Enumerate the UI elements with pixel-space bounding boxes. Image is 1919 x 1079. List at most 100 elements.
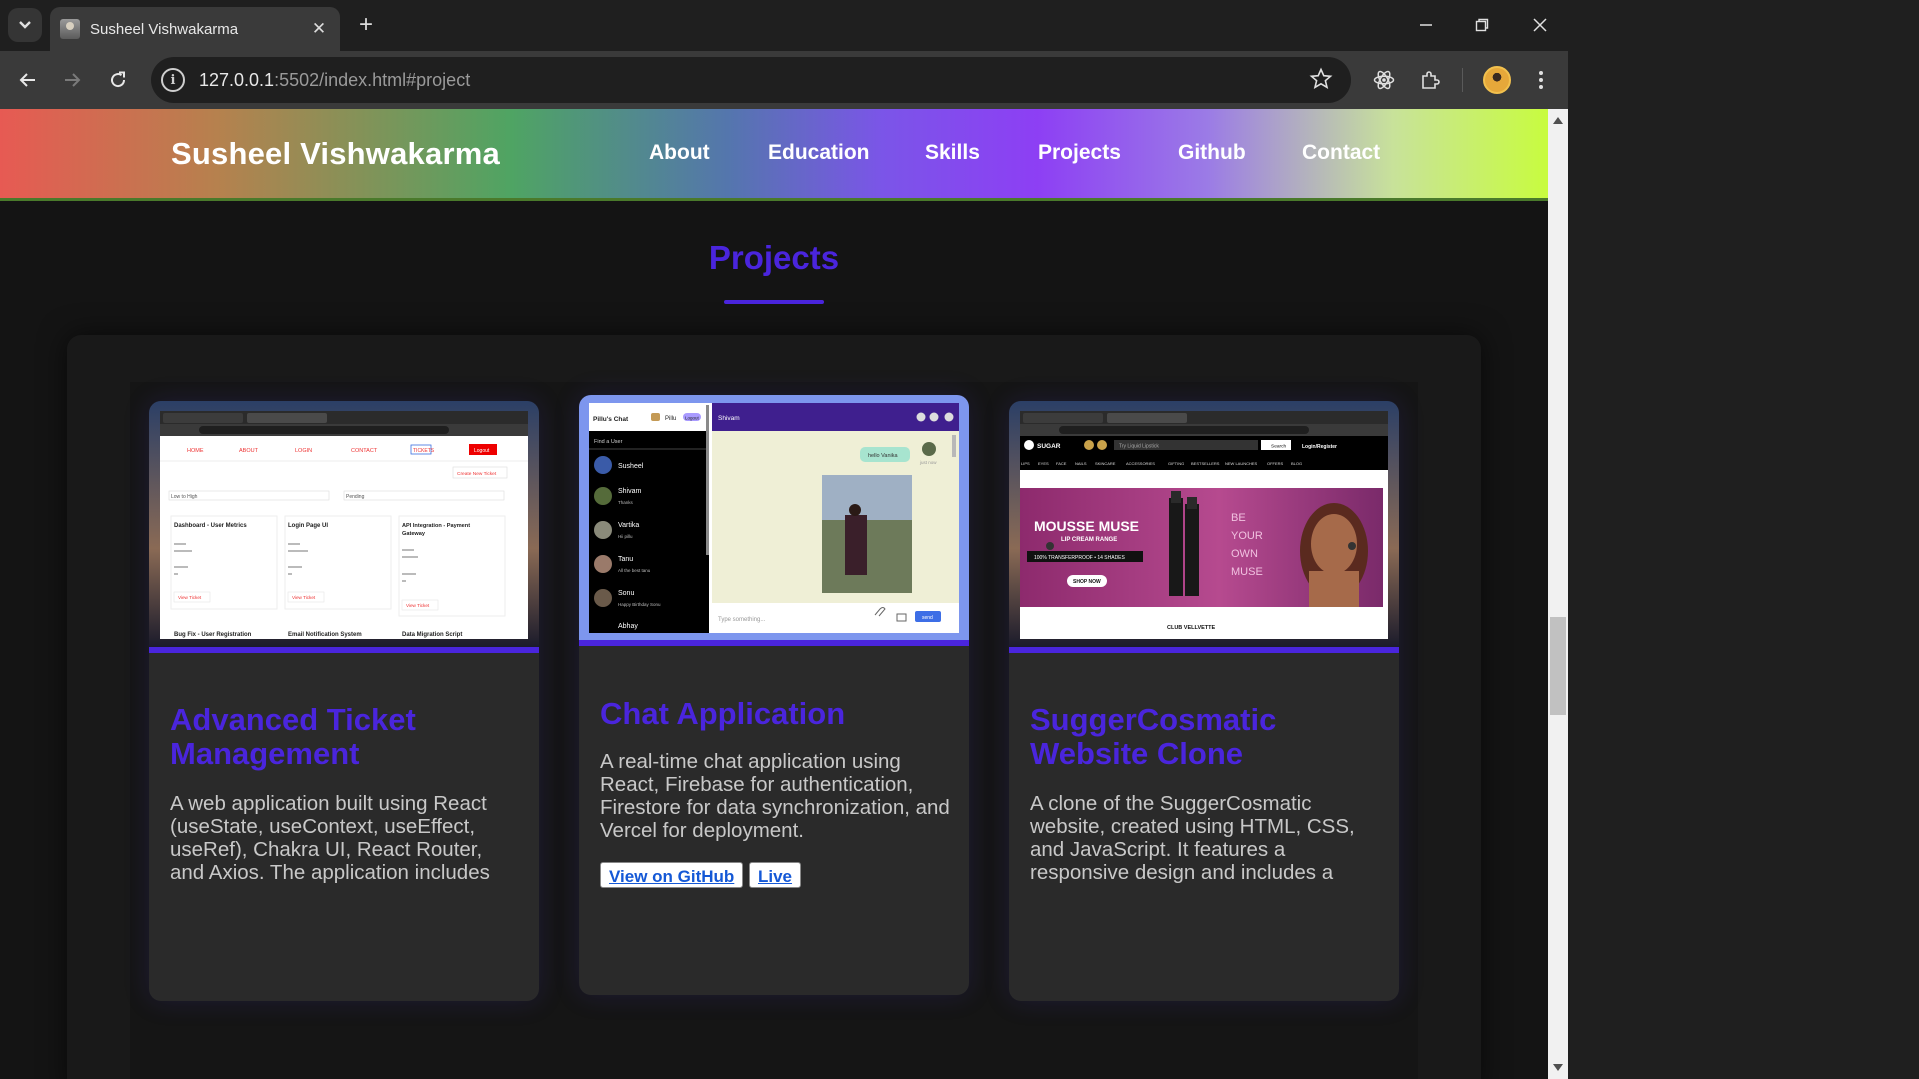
restore-button[interactable]: [1462, 8, 1502, 42]
ss-contact-2-msg: Thanks: [618, 500, 634, 505]
ss-sugar-search: Try Liquid Lipstick: [1119, 444, 1159, 450]
react-devtools-extension[interactable]: [1368, 64, 1400, 96]
ss-chat-input: Type something...: [718, 617, 766, 623]
card-accent-bar: [149, 647, 539, 653]
url-host: 127.0.0.1: [199, 69, 275, 90]
sugar-site-screenshot: SUGAR Try Liquid Lipstick Search Login/R…: [1009, 401, 1399, 647]
close-window-button[interactable]: [1520, 8, 1560, 42]
scrollbar-thumb[interactable]: [1550, 617, 1566, 715]
favicon-icon: [60, 19, 80, 39]
reload-button[interactable]: [102, 64, 134, 96]
ss-view-ticket-2: View Ticket: [292, 595, 316, 600]
back-button[interactable]: [12, 64, 44, 96]
address-bar[interactable]: i 127.0.0.1:5502/index.html#project: [151, 57, 1351, 103]
ss-contact-4: Tanu: [618, 556, 633, 563]
ss-chat-with: Shivam: [718, 415, 740, 422]
project-card-chat: Pillu's Chat Pillu Logout Find a User Su…: [579, 395, 969, 995]
ss-cat-offers: OFFERS: [1267, 461, 1284, 466]
nav-about[interactable]: About: [649, 141, 710, 165]
ss-sugar-search-btn: Search: [1271, 444, 1287, 450]
ss-find-user: Find a User: [594, 439, 623, 445]
nav-skills[interactable]: Skills: [925, 141, 980, 165]
live-demo-button[interactable]: Live: [749, 862, 802, 888]
svg-text:API Integration - Payment: API Integration - Payment: [402, 523, 470, 529]
ss-nav-login: LOGIN: [295, 448, 312, 454]
url-text[interactable]: 127.0.0.1:5502/index.html#project: [199, 70, 470, 91]
ss-cat-blog: BLOG: [1291, 461, 1302, 466]
close-tab-icon[interactable]: ✕: [308, 19, 330, 39]
new-tab-button[interactable]: +: [352, 12, 380, 40]
close-icon: [1533, 18, 1547, 32]
ss-cat-skincare: SKINCARE: [1095, 461, 1116, 466]
ss-contact-5-msg: Happy Birthday Sonu: [618, 602, 661, 607]
project-card-sugar: SUGAR Try Liquid Lipstick Search Login/R…: [1009, 401, 1399, 1001]
page-viewport: Susheel Vishwakarma About Education Skil…: [0, 109, 1548, 1079]
projects-heading: Projects: [708, 239, 840, 276]
page-scrollbar[interactable]: [1548, 109, 1568, 1079]
ss-chat-bubble: hello Vanika: [868, 453, 898, 459]
nav-projects[interactable]: Projects: [1038, 141, 1121, 165]
window-edge-strip: [1568, 0, 1919, 1079]
ss-logout: Logout: [474, 448, 490, 454]
svg-text:BE: BE: [1231, 512, 1246, 524]
nav-github[interactable]: Github: [1178, 141, 1246, 165]
ss-contact-3-msg: Hii pillu: [618, 534, 633, 539]
ss-nav-about: ABOUT: [239, 448, 259, 454]
ss-contact-1: Susheel: [618, 463, 644, 470]
bookmark-star-icon[interactable]: [1309, 67, 1333, 91]
ss-cat-face: FACE: [1056, 461, 1067, 466]
ss-cat-nails: NAILS: [1075, 461, 1087, 466]
ss-nav-home: HOME: [187, 448, 204, 454]
project-title-ticket: Advanced Ticket Management: [170, 702, 416, 771]
svg-text:Gateway: Gateway: [402, 531, 426, 537]
card-accent-bar: [579, 640, 969, 646]
kebab-menu-icon: [1539, 71, 1543, 89]
arrow-right-icon: [65, 73, 81, 87]
ss-ticket-4: Bug Fix - User Registration: [174, 632, 252, 638]
svg-text:MUSE: MUSE: [1231, 566, 1263, 578]
nav-education[interactable]: Education: [768, 141, 870, 165]
project-title-chat: Chat Application: [600, 696, 846, 731]
ss-view-ticket-1: View Ticket: [178, 595, 202, 600]
ss-chat-user: Pillu: [665, 416, 676, 422]
ss-cat-bestsellers: BESTSELLERS: [1191, 461, 1220, 466]
ss-cat-eyes: EYES: [1038, 461, 1049, 466]
puzzle-icon: [1422, 71, 1440, 89]
svg-text:OWN: OWN: [1231, 548, 1258, 560]
arrow-left-icon: [19, 73, 35, 87]
card-accent-bar: [1009, 647, 1399, 653]
ss-contact-4-msg: All the best tanu: [618, 568, 651, 573]
ss-sort-select: Low to High: [171, 494, 198, 500]
project-screenshot-sugar: SUGAR Try Liquid Lipstick Search Login/R…: [1009, 401, 1399, 647]
site-header: Susheel Vishwakarma About Education Skil…: [0, 109, 1548, 201]
ss-shop-now: SHOP NOW: [1073, 579, 1101, 585]
minimize-button[interactable]: [1406, 8, 1446, 42]
ss-banner-title: MOUSSE MUSE: [1034, 518, 1139, 534]
ss-chat-send: send: [922, 615, 933, 621]
ss-cat-accessories: ACCESSORIES: [1126, 461, 1155, 466]
forward-button[interactable]: [56, 64, 88, 96]
view-on-github-button[interactable]: View on GitHub: [600, 862, 744, 888]
site-info-icon[interactable]: i: [161, 68, 185, 92]
scroll-down-arrow-icon[interactable]: [1553, 1064, 1563, 1071]
active-tab[interactable]: Susheel Vishwakarma ✕: [50, 7, 340, 51]
toolbar-separator: [1462, 68, 1463, 92]
ss-club-footer: CLUB VELLVETTE: [1167, 625, 1216, 631]
ss-nav-contact: CONTACT: [351, 448, 378, 454]
ss-cat-new: NEW LAUNCHES: [1225, 461, 1258, 466]
extensions-button[interactable]: [1414, 64, 1446, 96]
nav-contact[interactable]: Contact: [1302, 141, 1380, 165]
ss-sugar-login: Login/Register: [1302, 444, 1337, 450]
ss-ticket-5: Email Notification System: [288, 632, 362, 638]
tab-search-button[interactable]: [8, 8, 42, 42]
profile-avatar[interactable]: [1483, 66, 1511, 94]
ss-contact-3: Vartika: [618, 522, 639, 529]
url-path: :5502/index.html#project: [274, 69, 471, 90]
menu-button[interactable]: [1525, 64, 1557, 96]
atom-icon: [1373, 70, 1395, 90]
scroll-up-arrow-icon[interactable]: [1553, 117, 1563, 124]
site-brand[interactable]: Susheel Vishwakarma: [171, 136, 500, 172]
ss-contact-6: Abhay: [618, 623, 638, 630]
project-card-ticket: HOME ABOUT LOGIN CONTACT TICKETS Logout …: [149, 401, 539, 1001]
tab-title: Susheel Vishwakarma: [90, 20, 239, 38]
